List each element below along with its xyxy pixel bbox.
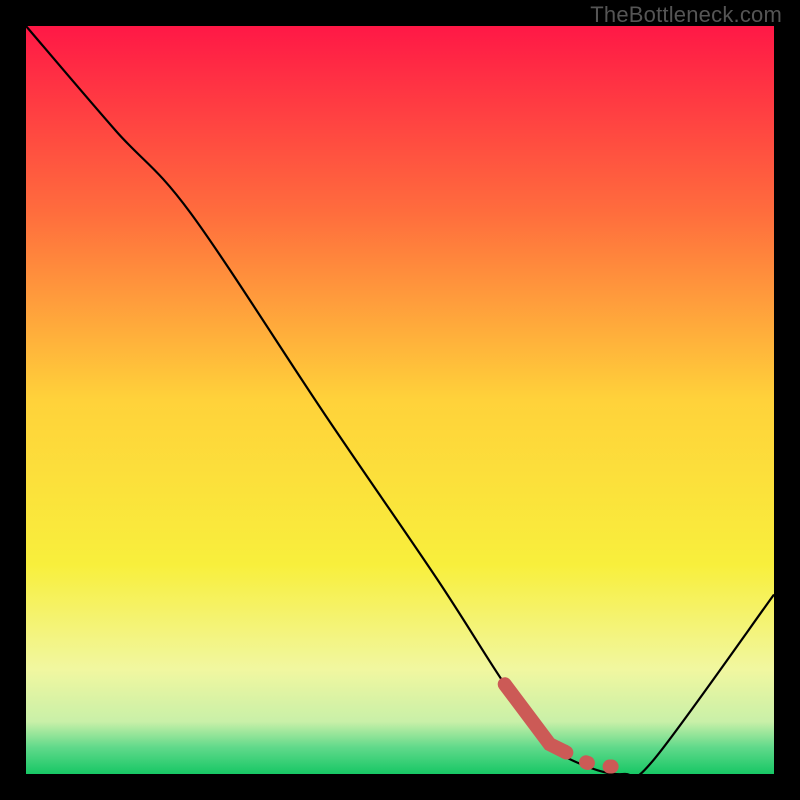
chart-bg-gradient xyxy=(26,26,774,774)
chart-container: TheBottleneck.com xyxy=(0,0,800,800)
watermark-label: TheBottleneck.com xyxy=(590,2,782,28)
plot-area xyxy=(26,26,774,774)
chart-svg xyxy=(26,26,774,774)
